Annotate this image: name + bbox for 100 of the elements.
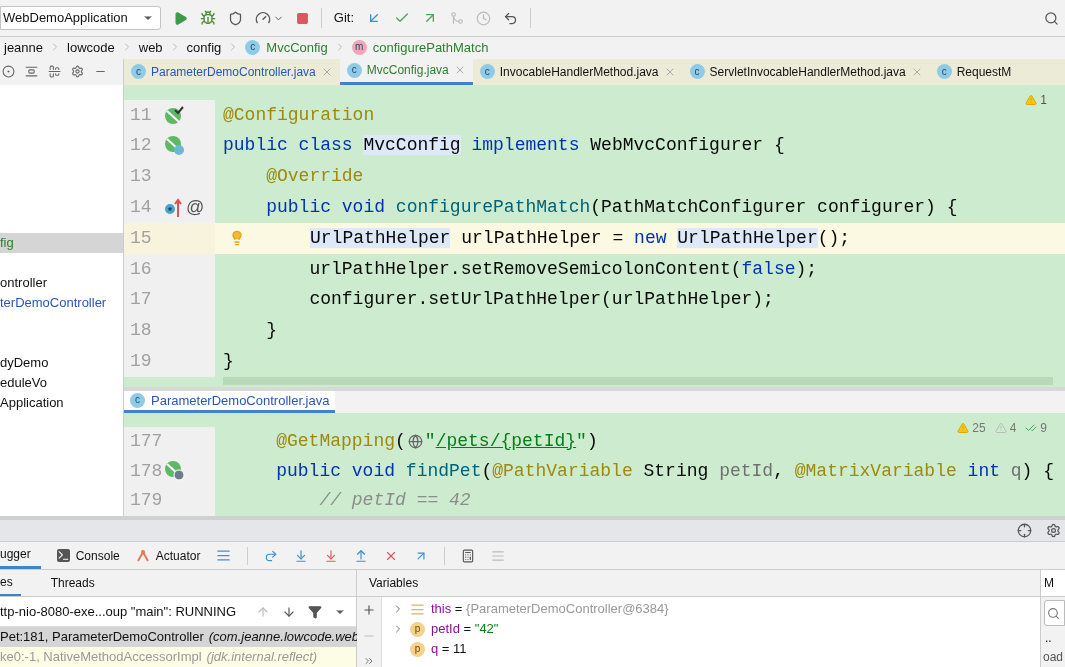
line-number: 11 bbox=[130, 103, 153, 127]
run-config-dropdown[interactable]: WebDemoApplication bbox=[0, 6, 161, 31]
editor-tab[interactable]: c ParameterDemoController.java bbox=[124, 390, 336, 413]
next-frame-icon[interactable] bbox=[282, 604, 296, 619]
evaluate-icon[interactable] bbox=[461, 548, 476, 563]
line-number: 178 bbox=[130, 459, 164, 483]
crosshair-icon[interactable] bbox=[1017, 523, 1032, 539]
tree-item[interactable]: dyDemo bbox=[0, 352, 123, 373]
code-line: public void findPet(@PathVariable String petId, @MatrixVariable int q) { bbox=[275, 459, 1054, 483]
typo-count[interactable]: 9 bbox=[1040, 418, 1047, 437]
tree-item[interactable]: Application bbox=[0, 392, 123, 413]
at-marker[interactable]: @ bbox=[186, 194, 205, 221]
variable-entry[interactable]: petId = "42" bbox=[431, 619, 499, 639]
line-number: 17 bbox=[130, 288, 153, 312]
class-icon: c bbox=[346, 62, 362, 78]
editor-tab[interactable]: c ServletInvocableHandlerMethod.java bbox=[682, 59, 930, 85]
parameter-icon: p bbox=[410, 641, 425, 657]
step-into-icon[interactable] bbox=[294, 548, 309, 563]
coverage-icon[interactable] bbox=[227, 10, 243, 26]
code-line: public class MvcConfig implements WebMvcConfigurer { bbox=[223, 134, 785, 158]
code-line: public void configurePathMatch(PathMatchConfigurer configurer) { bbox=[265, 196, 958, 219]
frames-menu-icon[interactable] bbox=[216, 548, 232, 564]
more-icon[interactable] bbox=[363, 655, 375, 667]
filter-icon[interactable] bbox=[308, 604, 322, 619]
weak-warning-count[interactable]: 4 bbox=[1009, 418, 1017, 437]
class-icon: c bbox=[936, 64, 952, 80]
bean-icon[interactable] bbox=[164, 105, 184, 126]
globe-icon[interactable] bbox=[407, 433, 423, 449]
warning-icon[interactable] bbox=[1025, 93, 1038, 106]
code-line: } bbox=[265, 319, 277, 343]
debug-icon[interactable] bbox=[199, 10, 216, 27]
lightbulb-icon[interactable] bbox=[229, 230, 245, 247]
debug-tab[interactable]: ugger bbox=[0, 542, 41, 569]
force-step-into-icon[interactable] bbox=[324, 548, 339, 563]
code-line: urlPathHelper.setRemoveSemicolonContent(false); bbox=[308, 257, 818, 281]
tree-item[interactable]: ontroller bbox=[0, 272, 123, 293]
stop-icon[interactable] bbox=[295, 11, 309, 25]
debug-tab[interactable]: Actuator bbox=[135, 542, 201, 569]
breadcrumb-item[interactable]: web bbox=[138, 37, 163, 58]
line-number: 16 bbox=[130, 257, 153, 281]
line-number: 179 bbox=[130, 489, 164, 513]
previous-frame-icon[interactable] bbox=[256, 604, 270, 619]
line-number: 19 bbox=[130, 349, 153, 373]
tree-item[interactable]: eduleVo bbox=[0, 372, 123, 393]
breadcrumb-item[interactable]: jeanne bbox=[4, 37, 44, 58]
editor-tab[interactable]: c InvocableHandlerMethod.java bbox=[472, 59, 683, 85]
line-number: 13 bbox=[130, 165, 153, 189]
add-watch-icon[interactable] bbox=[362, 603, 376, 617]
variables-title: Variables bbox=[369, 575, 419, 592]
tree-item[interactable]: terDemoController bbox=[0, 292, 123, 313]
git-label: Git: bbox=[333, 9, 354, 28]
line-number: 12 bbox=[130, 134, 153, 158]
breadcrumb-item[interactable]: configurePathMatch bbox=[372, 37, 489, 58]
editor-tab[interactable]: c MvcConfig.java bbox=[339, 59, 473, 85]
warning-count[interactable]: 1 bbox=[1040, 90, 1047, 109]
console-icon bbox=[56, 549, 70, 563]
rollback-icon[interactable] bbox=[503, 10, 518, 26]
override-icon[interactable] bbox=[164, 197, 184, 218]
editor-tab[interactable]: c RequestM bbox=[929, 59, 1019, 85]
settings-icon[interactable] bbox=[1046, 523, 1061, 539]
code-line: // petId == 42 bbox=[318, 489, 471, 513]
frames-tab[interactable]: Threads bbox=[50, 570, 103, 596]
locate-icon[interactable] bbox=[2, 65, 15, 79]
run-icon[interactable] bbox=[172, 10, 188, 26]
editor-tab[interactable]: c ParameterDemoController.java bbox=[124, 59, 340, 85]
merge-icon[interactable] bbox=[450, 11, 464, 26]
class-icon: c bbox=[131, 64, 146, 80]
line-number: 15 bbox=[130, 226, 153, 250]
collapse-all-icon[interactable] bbox=[48, 65, 61, 79]
variable-entry[interactable]: q = 11 bbox=[431, 639, 467, 659]
step-out-icon[interactable] bbox=[354, 548, 369, 563]
breadcrumb-item[interactable]: lowcode bbox=[67, 37, 115, 58]
class-icon: c bbox=[130, 392, 145, 408]
warning-count[interactable]: 25 bbox=[972, 418, 986, 437]
step-over-icon[interactable] bbox=[264, 548, 279, 563]
line-number: 177 bbox=[130, 430, 164, 454]
overflow-dots: .. bbox=[1044, 632, 1053, 644]
search-icon[interactable] bbox=[1047, 606, 1060, 620]
history-icon[interactable] bbox=[476, 10, 491, 26]
code-line: @GetMapping( "/pets/{petId}") bbox=[275, 430, 598, 454]
expand-all-icon[interactable] bbox=[25, 65, 38, 79]
line-number: 14 bbox=[130, 196, 153, 219]
breadcrumb-item[interactable]: config bbox=[186, 37, 222, 58]
warning-icon[interactable] bbox=[957, 421, 970, 434]
class-icon: c bbox=[245, 39, 261, 55]
code-line: @Configuration bbox=[223, 103, 375, 127]
tree-item[interactable]: fig bbox=[0, 232, 123, 253]
class-icon: c bbox=[479, 64, 495, 80]
actuator-icon bbox=[135, 548, 150, 563]
field-icon bbox=[410, 601, 425, 617]
search-icon[interactable] bbox=[1044, 10, 1059, 26]
class-icon: c bbox=[689, 64, 705, 80]
variable-entry[interactable]: this = {ParameterDemoController@6384} bbox=[431, 599, 669, 619]
stack-frame[interactable]: Pet:181, ParameterDemoController (com.jeanne.lowcode.web bbox=[0, 627, 356, 647]
breadcrumb-item[interactable]: MvcConfig bbox=[266, 37, 328, 58]
settings-icon[interactable] bbox=[71, 65, 84, 79]
line-number: 18 bbox=[130, 319, 153, 343]
parameter-icon: p bbox=[410, 621, 425, 637]
code-line: configurer.setUrlPathHelper(urlPathHelper); bbox=[308, 288, 774, 312]
debug-tab[interactable]: Console bbox=[56, 542, 120, 569]
